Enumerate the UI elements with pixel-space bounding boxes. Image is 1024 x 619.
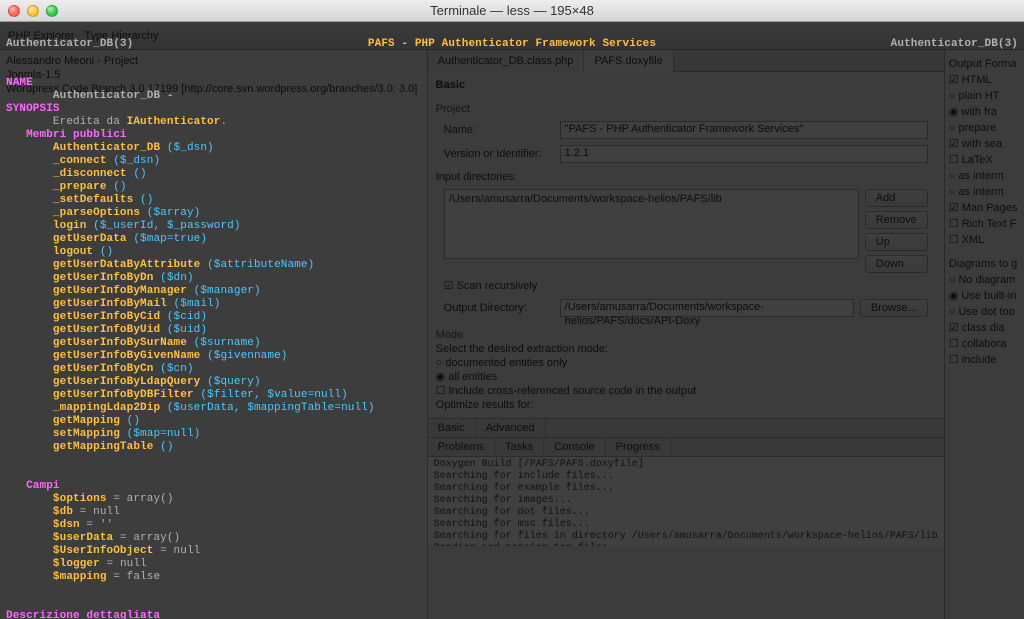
terminal-content[interactable]: Authenticator_DB(3) PAFS - PHP Authentica… [0,22,1024,619]
section-campi: Campi [26,480,60,492]
mac-titlebar: Terminale — less — 195×48 [0,0,1024,22]
man-header-right: Authenticator_DB(3) [891,38,1018,51]
window-title: Terminale — less — 195×48 [0,0,1024,22]
inherits-label: Eredita da [53,116,127,128]
man-header-center: PAFS - PHP Authenticator Framework Servi… [368,38,656,51]
name-body: Authenticator_DB - [53,90,174,102]
section-descrizione: Descrizione dettagliata [6,610,160,619]
section-name: NAME [6,77,33,89]
man-header-left: Authenticator_DB(3) [6,38,133,51]
inherits-class: IAuthenticator [127,116,221,128]
section-synopsis: SYNOPSIS [6,103,60,115]
section-membri-pubblici: Membri pubblici [26,129,127,141]
